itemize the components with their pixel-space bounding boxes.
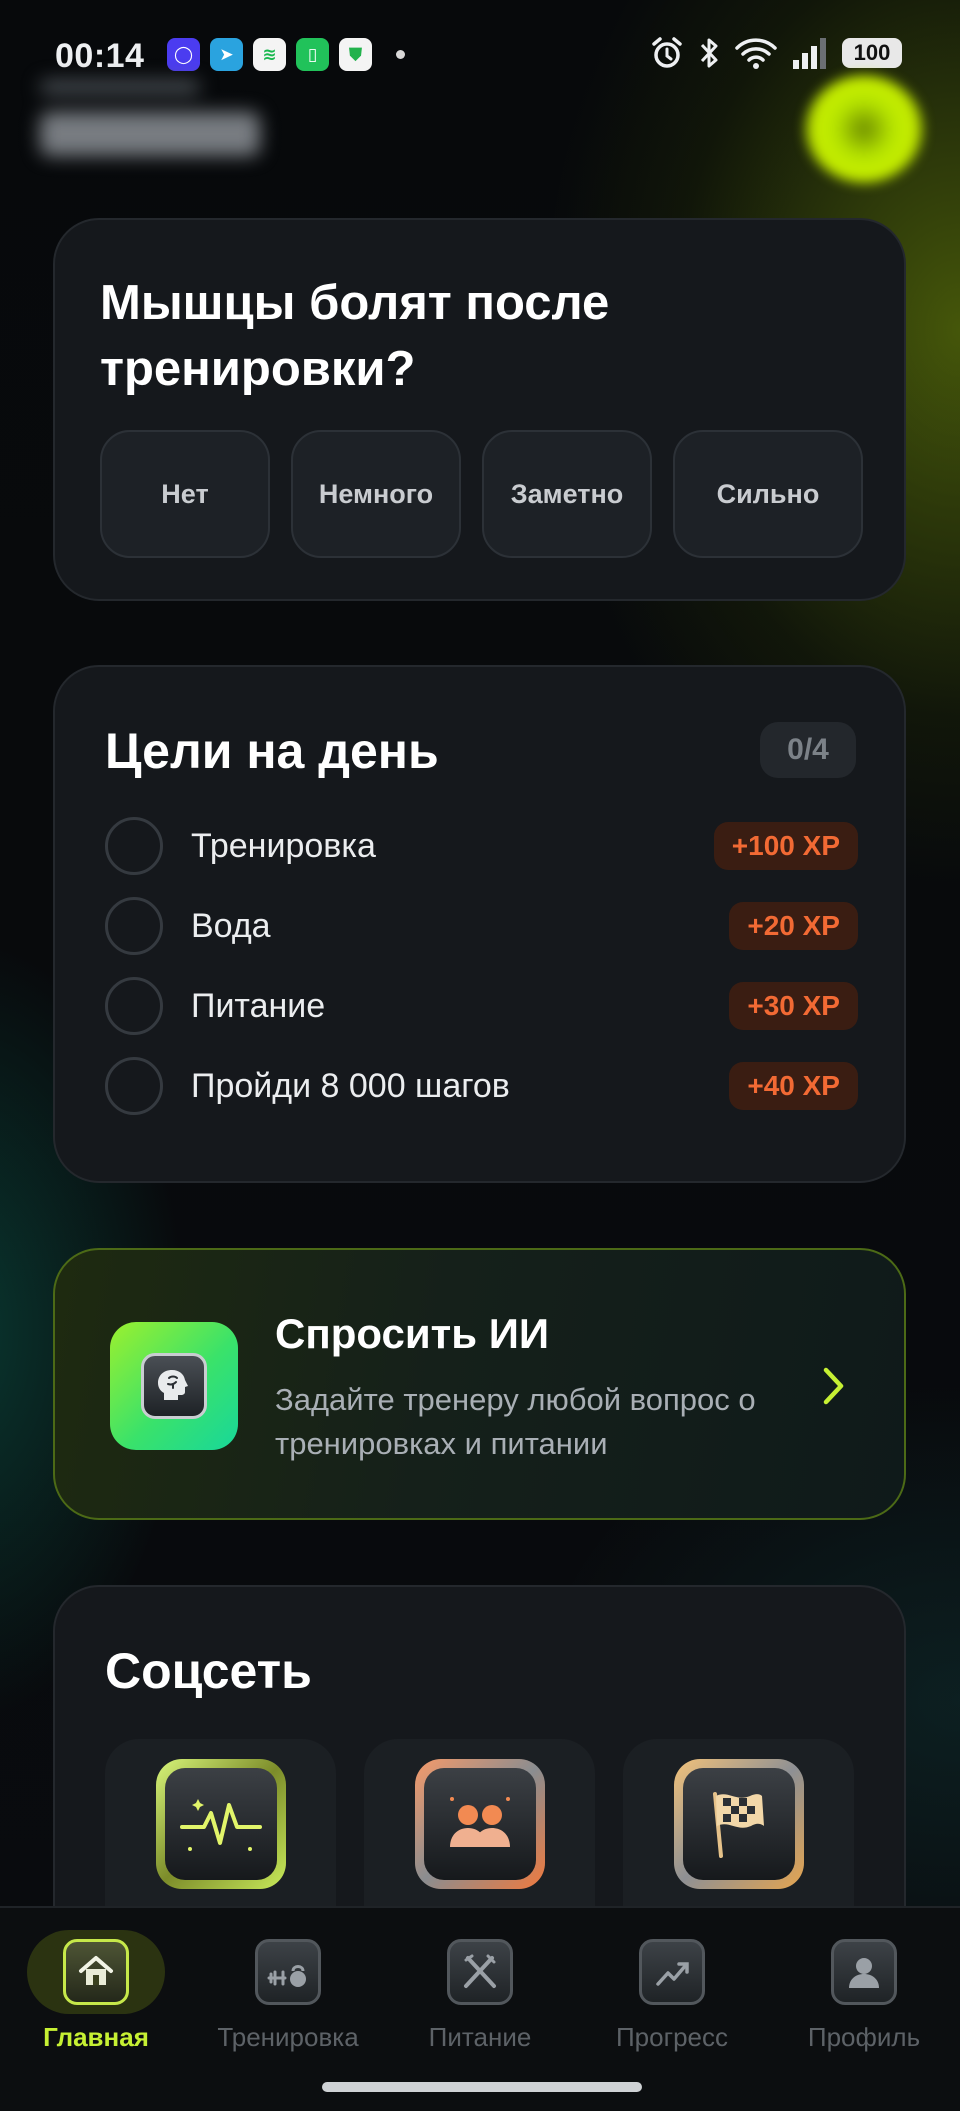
ask-ai-card[interactable]: Спросить ИИ Задайте тренеру любой вопрос…	[53, 1248, 906, 1520]
home-icon	[63, 1939, 129, 2005]
friends-icon	[414, 1759, 545, 1889]
nav-item-profile[interactable]: Профиль	[768, 1930, 960, 2060]
goal-row-water[interactable]: Вода +20 XP	[105, 894, 858, 958]
xp-badge: +20 XP	[729, 902, 858, 950]
avatar[interactable]	[805, 75, 923, 183]
nav-label: Главная	[43, 2022, 149, 2052]
checkered-flag-icon	[673, 1759, 804, 1889]
xp-badge: +100 XP	[713, 822, 858, 870]
more-notifications-dot	[396, 50, 405, 59]
nav-label: Профиль	[807, 2022, 921, 2052]
goal-checkbox[interactable]	[105, 817, 163, 875]
nav-label: Питание	[428, 2022, 532, 2052]
wifi-icon	[735, 38, 777, 69]
nav-active-pill	[27, 1930, 165, 2014]
goal-checkbox[interactable]	[105, 897, 163, 955]
chevron-right-icon	[823, 1367, 844, 1405]
social-title: Соцсеть	[105, 1643, 312, 1699]
trend-chart-icon	[639, 1939, 705, 2005]
person-icon	[831, 1939, 897, 2005]
goal-label: Питание	[191, 986, 326, 1025]
soreness-card: Мышцы болят после тренировки? Нет Немног…	[53, 218, 906, 601]
status-time: 00:14	[55, 37, 145, 75]
nav-item-home[interactable]: Главная	[0, 1930, 192, 2060]
nav-label: Прогресс	[615, 2022, 728, 2052]
system-icons: 100	[650, 36, 902, 70]
daily-goals-title: Цели на день	[105, 723, 439, 779]
nav-item-workout[interactable]: Тренировка	[192, 1930, 384, 2060]
xp-badge: +40 XP	[729, 1062, 858, 1110]
notification-icons: ◯ ➤ ≋ ▯ ⛊	[167, 38, 405, 71]
ask-ai-description: Задайте тренеру любой вопрос о тренировк…	[275, 1382, 756, 1461]
goal-label: Пройди 8 000 шагов	[191, 1066, 510, 1105]
daily-goals-card: Цели на день 0/4 Тренировка +100 XP Вода…	[53, 665, 906, 1183]
soreness-option-strong[interactable]: Сильно	[673, 430, 863, 558]
spotify-icon: ≋	[253, 38, 286, 71]
activity-icon	[155, 1759, 286, 1889]
goal-row-nutrition[interactable]: Питание +30 XP	[105, 974, 858, 1038]
goal-checkbox[interactable]	[105, 1057, 163, 1115]
brain-icon	[141, 1353, 207, 1419]
ask-ai-title: Спросить ИИ	[275, 1310, 550, 1357]
goal-checkbox[interactable]	[105, 977, 163, 1035]
soreness-question: Мышцы болят после тренировки?	[100, 276, 610, 396]
fork-knife-icon	[447, 1939, 513, 2005]
goal-label: Вода	[191, 906, 271, 945]
dumbbell-kettlebell-icon	[255, 1939, 321, 2005]
soreness-options: Нет Немного Заметно Сильно	[100, 430, 863, 558]
signal-icon	[793, 38, 826, 69]
goal-row-workout[interactable]: Тренировка +100 XP	[105, 814, 858, 878]
soreness-option-slight[interactable]: Немного	[291, 430, 461, 558]
goal-label: Тренировка	[191, 826, 376, 865]
alarm-icon	[652, 37, 682, 68]
xp-badge: +30 XP	[729, 982, 858, 1030]
blurred-greeting	[40, 80, 270, 170]
messenger-icon: ◯	[167, 38, 200, 71]
home-indicator[interactable]	[322, 2082, 642, 2092]
soreness-option-none[interactable]: Нет	[100, 430, 270, 558]
ai-icon-tile	[110, 1322, 238, 1450]
soreness-option-noticeable[interactable]: Заметно	[482, 430, 652, 558]
nav-item-nutrition[interactable]: Питание	[384, 1930, 576, 2060]
battery-app-icon: ▯	[296, 38, 329, 71]
nav-label: Тренировка	[217, 2022, 359, 2052]
telegram-icon: ➤	[210, 38, 243, 71]
nav-item-progress[interactable]: Прогресс	[576, 1930, 768, 2060]
battery-icon: 100	[842, 38, 902, 68]
shield-icon: ⛊	[339, 38, 372, 71]
bottom-navigation: Главная Тренировка Питание Прогресс Проф…	[0, 1906, 960, 2111]
goal-row-steps[interactable]: Пройди 8 000 шагов +40 XP	[105, 1054, 858, 1118]
bluetooth-icon	[700, 38, 718, 68]
goals-counter-badge: 0/4	[760, 722, 856, 778]
